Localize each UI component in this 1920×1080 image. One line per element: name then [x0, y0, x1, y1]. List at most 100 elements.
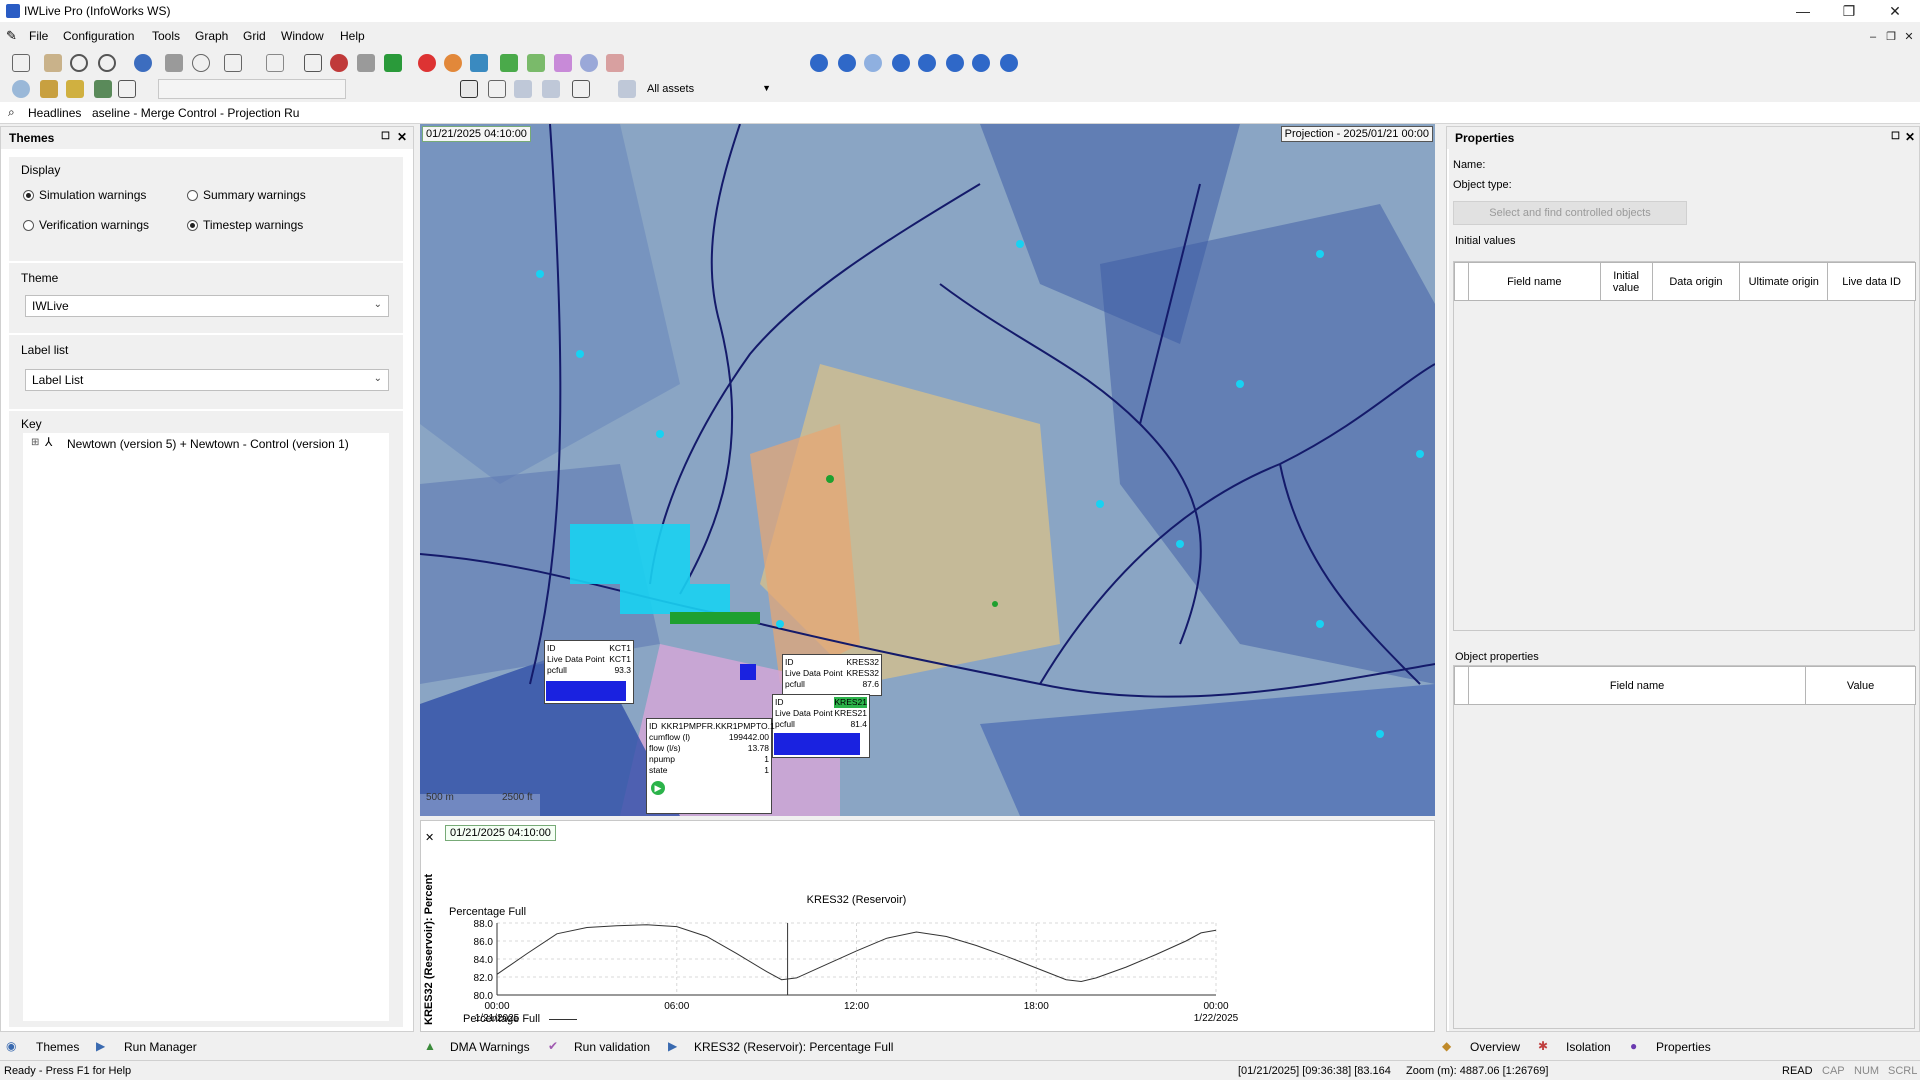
- assets-combo[interactable]: All assets ▼: [640, 79, 776, 99]
- map-view[interactable]: 01/21/2025 04:10:00 Projection - 2025/01…: [420, 124, 1435, 816]
- edit-icon[interactable]: [118, 80, 136, 98]
- validate-icon[interactable]: [500, 54, 518, 72]
- col-value[interactable]: Value: [1805, 666, 1916, 705]
- col-field-name[interactable]: Field name: [1467, 262, 1601, 301]
- percentage-full-chart[interactable]: KRES32 (Reservoir)Percentage Full88.086.…: [441, 841, 1431, 1031]
- globe-icon[interactable]: [134, 54, 152, 72]
- mdi-close-icon[interactable]: ✕: [1902, 30, 1916, 44]
- tab-overview[interactable]: Overview: [1470, 1040, 1520, 1054]
- info-icon[interactable]: [580, 54, 598, 72]
- timestep-radio[interactable]: [187, 220, 198, 231]
- connect-icon[interactable]: [384, 54, 402, 72]
- end-icon[interactable]: [1000, 54, 1018, 72]
- network-icon[interactable]: [94, 80, 112, 98]
- columns-icon[interactable]: [514, 80, 532, 98]
- menu-window[interactable]: Window: [281, 29, 324, 43]
- find-icon[interactable]: [66, 80, 84, 98]
- tab-graph[interactable]: KRES32 (Reservoir): Percentage Full: [694, 1040, 893, 1054]
- minimize-button[interactable]: —: [1780, 0, 1826, 22]
- menu-file[interactable]: File: [29, 29, 48, 43]
- menu-app-icon[interactable]: ✎: [6, 28, 17, 44]
- stop-icon[interactable]: [418, 54, 436, 72]
- check-icon[interactable]: [554, 54, 572, 72]
- line-style-icon[interactable]: [266, 54, 284, 72]
- filter-icon[interactable]: [618, 80, 636, 98]
- menu-graph[interactable]: Graph: [195, 29, 228, 43]
- tab-isolation[interactable]: Isolation: [1566, 1040, 1611, 1054]
- step-forward-icon[interactable]: [892, 54, 910, 72]
- popup-kres32[interactable]: ID KRES32 Live Data Point KRES32 pcfull …: [782, 654, 882, 696]
- simulation-radio[interactable]: [23, 190, 34, 201]
- ruler-icon[interactable]: [12, 54, 30, 72]
- col-initial-value[interactable]: Initial value: [1599, 262, 1653, 301]
- split-icon[interactable]: [357, 54, 375, 72]
- verification-radio[interactable]: [23, 220, 34, 231]
- simulation-radio-label[interactable]: Simulation warnings: [39, 188, 146, 202]
- popup-kct1[interactable]: ID KCT1 Live Data Point KCT1 pcfull 93.3: [544, 640, 634, 704]
- settings-icon[interactable]: [606, 54, 624, 72]
- labellist-dropdown[interactable]: Label List ⌄: [25, 369, 389, 391]
- menu-grid[interactable]: Grid: [243, 29, 266, 43]
- close-button[interactable]: ✕: [1872, 0, 1918, 22]
- zoom-in-icon[interactable]: [70, 54, 88, 72]
- pan-hand-icon[interactable]: [44, 54, 62, 72]
- pause-icon[interactable]: [864, 54, 882, 72]
- expand-icon[interactable]: ⊞: [31, 437, 39, 448]
- col-field-name[interactable]: Field name: [1467, 666, 1807, 705]
- key-tree-item[interactable]: Newtown (version 5) + Newtown - Control …: [67, 437, 349, 451]
- export-icon[interactable]: [527, 54, 545, 72]
- popup-pump[interactable]: ID KKR1PMPFR.KKR1PMPTO.1 cumflow (l) 199…: [646, 718, 775, 814]
- tab-run-validation[interactable]: Run validation: [574, 1040, 650, 1054]
- table-icon[interactable]: [572, 80, 590, 98]
- verification-radio-label[interactable]: Verification warnings: [39, 218, 149, 232]
- col-ultimate-origin[interactable]: Ultimate origin: [1739, 262, 1829, 301]
- print-icon[interactable]: [165, 54, 183, 72]
- summary-radio[interactable]: [187, 190, 198, 201]
- restore-button[interactable]: ❐: [1826, 0, 1872, 22]
- fast-forward-icon[interactable]: [972, 54, 990, 72]
- select-arrow-icon[interactable]: [304, 54, 322, 72]
- popup-kres21[interactable]: ID KRES21 Live Data Point KRES21 pcfull …: [772, 694, 870, 758]
- run-path-label[interactable]: aseline - Merge Control - Projection Ru: [92, 106, 299, 120]
- half-circle-icon[interactable]: [444, 54, 462, 72]
- tab-run-manager[interactable]: Run Manager: [124, 1040, 197, 1054]
- mdi-minimize-icon[interactable]: –: [1866, 30, 1880, 44]
- tab-themes[interactable]: Themes: [36, 1040, 79, 1054]
- object-properties-table[interactable]: Field name Value: [1453, 665, 1916, 1029]
- theme-dropdown[interactable]: IWLive ⌄: [25, 295, 389, 317]
- col-data-origin[interactable]: Data origin: [1651, 262, 1741, 301]
- timestep-radio-label[interactable]: Timestep warnings: [203, 218, 303, 232]
- select-controlled-button[interactable]: Select and find controlled objects: [1453, 201, 1687, 225]
- chevron-down-icon: ⌄: [373, 299, 382, 310]
- grid-view-icon[interactable]: [460, 80, 478, 98]
- menu-help[interactable]: Help: [340, 29, 365, 43]
- float-icon[interactable]: ☐: [381, 131, 390, 142]
- target-icon[interactable]: [192, 54, 210, 72]
- triangle-icon[interactable]: [224, 54, 242, 72]
- zoom-out-icon[interactable]: [98, 54, 116, 72]
- panel-close-icon[interactable]: ✕: [1905, 130, 1915, 144]
- layer-icon[interactable]: [12, 80, 30, 98]
- play-scenario-icon[interactable]: [470, 54, 488, 72]
- panel-close-icon[interactable]: ✕: [397, 130, 407, 144]
- initial-values-table[interactable]: Field name Initial value Data origin Ult…: [1453, 261, 1916, 631]
- rewind-icon[interactable]: [810, 54, 828, 72]
- step-back-icon[interactable]: [838, 54, 856, 72]
- menu-tools[interactable]: Tools: [152, 29, 180, 43]
- tab-dma-warnings[interactable]: DMA Warnings: [450, 1040, 530, 1054]
- float-icon[interactable]: ☐: [1891, 131, 1900, 142]
- rows-icon[interactable]: [542, 80, 560, 98]
- col-live-data-id[interactable]: Live data ID: [1827, 262, 1916, 301]
- summary-radio-label[interactable]: Summary warnings: [203, 188, 306, 202]
- play-icon[interactable]: [918, 54, 936, 72]
- tab-properties[interactable]: Properties: [1656, 1040, 1711, 1054]
- headlines-label[interactable]: Headlines: [28, 106, 81, 120]
- table-view-icon[interactable]: [488, 80, 506, 98]
- loop-icon[interactable]: [946, 54, 964, 72]
- graph-close-icon[interactable]: ✕: [425, 831, 434, 844]
- trace-icon[interactable]: [330, 54, 348, 72]
- mdi-restore-icon[interactable]: ❐: [1884, 30, 1898, 44]
- menu-configuration[interactable]: Configuration: [63, 29, 134, 43]
- layer-combo[interactable]: [158, 79, 346, 99]
- binoculars-icon[interactable]: [40, 80, 58, 98]
